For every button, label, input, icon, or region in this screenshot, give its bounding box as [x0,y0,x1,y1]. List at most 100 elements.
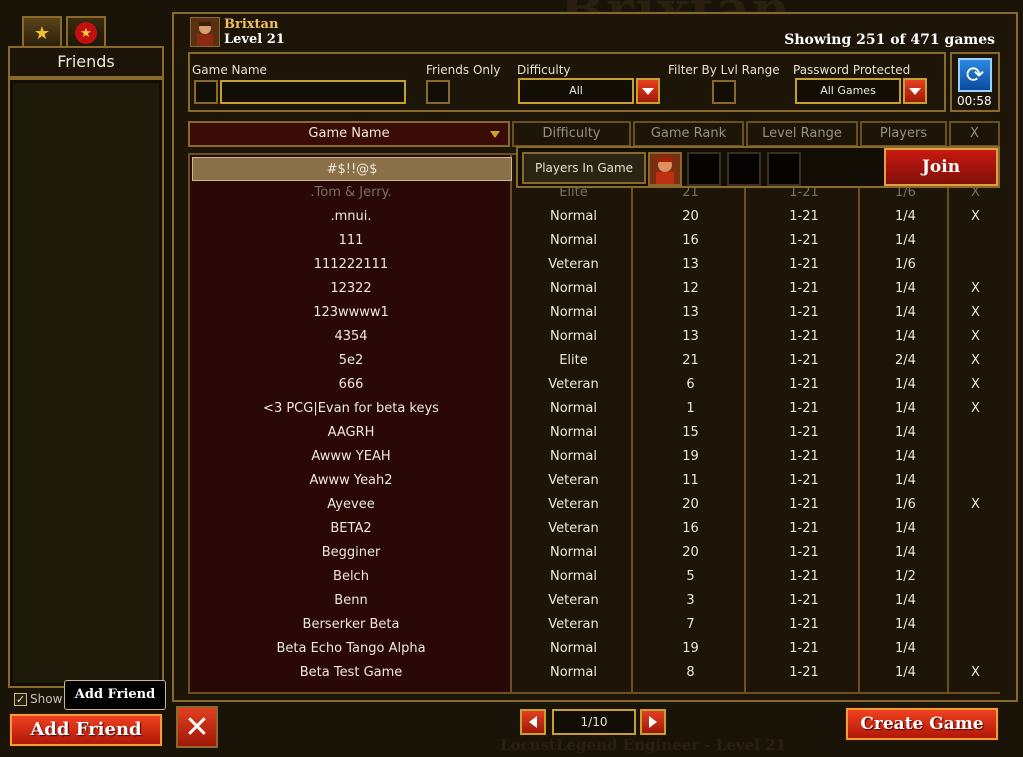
cell-difficulty: Veteran [548,257,599,272]
cell-players: 1/4 [895,641,916,656]
table-row[interactable]: 666 Veteran 6 1-21 1/4 X [190,373,998,397]
cell-difficulty: Normal [549,449,598,464]
cell-players: 1/4 [895,233,916,248]
cell-name: BETA2 [330,521,372,536]
cell-name: 111 [338,233,364,248]
cell-name: <3 PCG|Evan for beta keys [263,401,439,416]
cell-level: 1-21 [789,497,819,512]
cell-level: 1-21 [789,617,819,632]
table-row[interactable]: 4354 Normal 13 1-21 1/4 X [190,325,998,349]
cell-level: 1-21 [789,521,819,536]
difficulty-select[interactable]: All [518,78,634,104]
column-header-difficulty[interactable]: Difficulty [512,121,631,147]
cell-players: 1/4 [895,617,916,632]
table-row[interactable]: Awww Yeah2 Veteran 11 1-21 1/4 [190,469,998,493]
friends-panel: ★ ★ Friends ✓ Show Offline Players Add F… [0,0,170,757]
cell-rank: 6 [686,377,695,392]
cell-x: X [971,353,980,368]
table-row[interactable]: 5e2 Elite 21 1-21 2/4 X [190,349,998,373]
next-page-button[interactable] [640,709,666,735]
table-row[interactable]: Beta Test Game Normal 8 1-21 1/4 X [190,661,998,685]
table-row[interactable]: Belch Normal 5 1-21 1/2 [190,565,998,589]
column-header-game-name[interactable]: Game Name [188,121,510,147]
cell-difficulty: Veteran [548,377,599,392]
table-row[interactable]: <3 PCG|Evan for beta keys Normal 1 1-21 1/4 X [190,397,998,421]
table-row[interactable]: AAGRH Normal 15 1-21 1/4 [190,421,998,445]
table-row[interactable]: 111 Normal 16 1-21 1/4 [190,229,998,253]
password-label: Password Protected [793,63,911,77]
password-dropdown-arrow[interactable] [903,78,927,104]
game-name-input[interactable] [220,80,406,104]
cell-x: X [971,329,980,344]
tab-faction[interactable]: ★ [66,16,106,48]
cell-x [951,613,1000,637]
table-row[interactable]: Begginer Normal 20 1-21 1/4 [190,541,998,565]
table-row[interactable]: Beta Echo Tango Alpha Normal 19 1-21 1/4 [190,637,998,661]
cell-x: X [971,497,980,512]
sort-descending-icon [490,131,500,138]
player-name: Brixtan [224,17,279,32]
table-row[interactable]: 123wwww1 Normal 13 1-21 1/4 X [190,301,998,325]
cell-players: 1/4 [895,209,916,224]
refresh-panel: ⟳ 00:58 [950,52,1000,112]
column-header-game-rank[interactable]: Game Rank [633,121,744,147]
join-button[interactable]: Join [884,148,998,186]
friends-list[interactable] [8,78,164,688]
player-slot-2 [687,152,721,186]
table-row[interactable]: Berserker Beta Veteran 7 1-21 1/4 [190,613,998,637]
create-game-button[interactable]: Create Game [845,707,999,741]
cell-difficulty: Normal [549,641,598,656]
cell-difficulty: Veteran [548,617,599,632]
checkbox-checked-icon[interactable]: ✓ [14,692,27,706]
table-row[interactable]: Ayevee Veteran 20 1-21 1/6 X [190,493,998,517]
cell-level: 1-21 [789,233,819,248]
table-row[interactable]: 12322 Normal 12 1-21 1/4 X [190,277,998,301]
column-header-password[interactable]: X [949,121,1000,147]
star-icon: ★ [33,22,51,44]
lvl-range-label: Filter By Lvl Range [668,63,780,77]
cell-players: 1/4 [895,665,916,680]
refresh-timer: 00:58 [957,94,992,108]
cell-rank: 7 [686,617,695,632]
password-select[interactable]: All Games [795,78,901,104]
table-row[interactable]: 111222111 Veteran 13 1-21 1/6 [190,253,998,277]
cell-level: 1-21 [789,209,819,224]
cell-x: X [971,401,980,416]
friends-only-label: Friends Only [426,63,501,77]
column-header-level-range[interactable]: Level Range [746,121,858,147]
cell-x [951,541,1000,565]
cell-name: 666 [338,377,364,392]
add-friend-button[interactable]: Add Friend [9,713,163,747]
cell-level: 1-21 [789,641,819,656]
cell-name: Beta Test Game [299,665,403,680]
player-slot-1[interactable] [648,152,682,186]
cell-difficulty: Veteran [548,497,599,512]
cell-difficulty: Veteran [548,593,599,608]
lvl-range-checkbox[interactable] [712,80,736,104]
close-button[interactable]: ✕ [176,706,218,748]
cell-level: 1-21 [789,377,819,392]
friends-title: Friends [8,46,164,78]
background-caption: LocustLegend Engineer - Level 21 [500,736,786,754]
table-row[interactable]: Awww YEAH Normal 19 1-21 1/4 [190,445,998,469]
cell-rank: 19 [682,641,699,656]
cell-x [951,589,1000,613]
cell-name: Begginer [321,545,381,560]
table-row[interactable]: Benn Veteran 3 1-21 1/4 [190,589,998,613]
table-row[interactable]: .mnui. Normal 20 1-21 1/4 X [190,205,998,229]
cell-difficulty: Normal [549,665,598,680]
column-header-players[interactable]: Players [860,121,947,147]
table-row[interactable]: BETA2 Veteran 16 1-21 1/4 [190,517,998,541]
difficulty-label: Difficulty [517,63,571,77]
cell-players: 1/4 [895,593,916,608]
cell-rank: 19 [682,449,699,464]
cell-x [951,637,1000,661]
cell-rank: 12 [682,281,699,296]
game-name-filter-checkbox[interactable] [194,80,218,104]
chevron-down-icon [642,87,654,95]
refresh-button[interactable]: ⟳ [958,58,992,92]
tab-favorites[interactable]: ★ [22,16,62,48]
prev-page-button[interactable] [520,709,546,735]
friends-only-checkbox[interactable] [426,80,450,104]
difficulty-dropdown-arrow[interactable] [636,78,660,104]
